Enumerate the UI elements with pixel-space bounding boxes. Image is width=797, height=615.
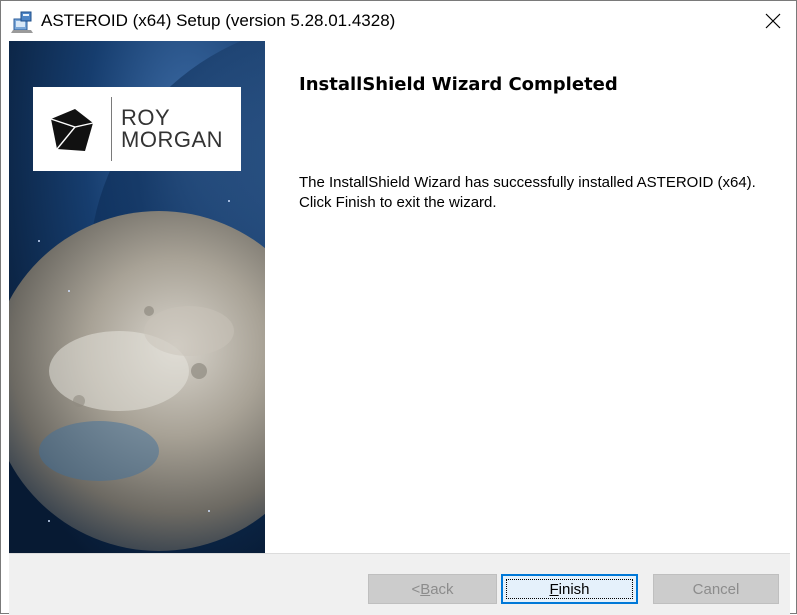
window-title: ASTEROID (x64) Setup (version 5.28.01.43…	[41, 11, 396, 30]
finish-button[interactable]: Finish	[501, 574, 638, 604]
button-bar: < Back Finish Cancel	[9, 553, 790, 615]
page-title: InstallShield Wizard Completed	[299, 74, 618, 95]
cancel-button[interactable]: Cancel	[653, 574, 779, 604]
back-button[interactable]: < Back	[368, 574, 497, 604]
logo-polyhedron-icon	[50, 109, 94, 151]
close-icon	[765, 13, 781, 29]
roy-morgan-logo: ROY MORGAN	[33, 87, 241, 171]
title-bar: ASTEROID (x64) Setup (version 5.28.01.43…	[1, 1, 796, 41]
wizard-banner-image: ROY MORGAN	[9, 41, 265, 553]
installer-icon	[11, 10, 35, 34]
logo-divider	[111, 97, 112, 161]
close-button[interactable]	[750, 1, 796, 41]
completion-message: The InstallShield Wizard has successfull…	[299, 174, 756, 211]
setup-window: ASTEROID (x64) Setup (version 5.28.01.43…	[0, 0, 797, 615]
logo-wordmark: ROY MORGAN	[121, 105, 223, 152]
